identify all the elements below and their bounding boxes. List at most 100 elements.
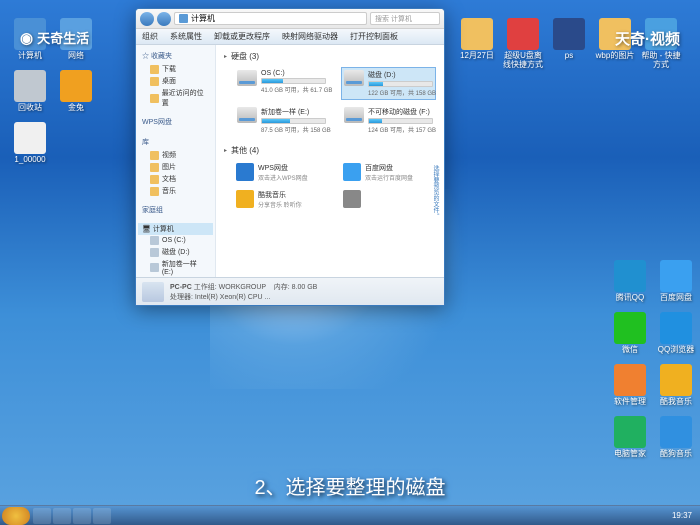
desktop-icon[interactable]: 微信 xyxy=(608,312,652,355)
address-text: 计算机 xyxy=(191,13,215,24)
sidebar-item[interactable]: 最近访问的位置 xyxy=(138,87,213,109)
address-bar[interactable]: 计算机 xyxy=(174,12,367,25)
sidebar-item[interactable]: 桌面 xyxy=(138,75,213,87)
app-icon xyxy=(14,122,46,154)
explorer-titlebar[interactable]: 计算机 搜索 计算机 xyxy=(136,9,444,29)
icon-label: 超级U盘离线快捷方式 xyxy=(501,52,545,70)
icon-label: 12月27日 xyxy=(455,52,499,61)
folder-icon xyxy=(150,65,159,74)
desktop-icon[interactable]: ps xyxy=(547,18,591,61)
other-item[interactable] xyxy=(341,188,436,211)
taskbar-clock[interactable]: 19:37 xyxy=(664,511,700,520)
icon-label: ps xyxy=(547,52,591,61)
icon-label: 微信 xyxy=(608,346,652,355)
desktop-icon[interactable]: 酷狗音乐 xyxy=(654,416,698,459)
desktop-icon[interactable]: 软件管理 xyxy=(608,364,652,407)
content-group-header[interactable]: 其他 (4) xyxy=(224,143,436,158)
drive-name: 新加卷一样 (E:) xyxy=(261,107,326,117)
toolbar-item[interactable]: 系统属性 xyxy=(170,31,202,42)
drive-item[interactable]: OS (C:) 41.0 GB 可用，共 61.7 GB xyxy=(234,67,329,100)
toolbar-item[interactable]: 打开控制面板 xyxy=(350,31,398,42)
desktop: 计算机网络回收站金兔1_00000 12月27日超级U盘离线快捷方式pswbp的… xyxy=(0,0,700,525)
sidebar-drive[interactable]: 新加卷一样 (E:) xyxy=(138,258,213,277)
drive-info: 124 GB 可用，共 157 GB xyxy=(368,125,433,134)
icon-label: 酷我音乐 xyxy=(654,398,698,407)
app-icon xyxy=(236,190,254,208)
drive-info: 87.5 GB 可用，共 158 GB xyxy=(261,125,326,134)
other-item[interactable]: 酷我音乐分享音乐 聆听你 xyxy=(234,188,329,211)
status-cpu-label: 处理器: xyxy=(170,294,193,301)
sidebar-item[interactable]: 下载 xyxy=(138,63,213,75)
desktop-icon[interactable]: 酷我音乐 xyxy=(654,364,698,407)
content-group-header[interactable]: 硬盘 (3) xyxy=(224,49,436,64)
taskbar[interactable]: 19:37 xyxy=(0,505,700,525)
desktop-icon[interactable]: 回收站 xyxy=(8,70,52,113)
desktop-icon[interactable]: 超级U盘离线快捷方式 xyxy=(501,18,545,70)
status-mem-label: 内存: xyxy=(274,284,290,291)
app-icon xyxy=(60,70,92,102)
sidebar-section-header[interactable]: 家庭组 xyxy=(138,203,213,217)
taskbar-app-2[interactable] xyxy=(53,508,71,524)
explorer-toolbar: 组织 系统属性 卸载或更改程序 映射网络驱动器 打开控制面板 xyxy=(136,29,444,45)
drive-usage-bar xyxy=(368,81,433,87)
sidebar-item[interactable]: 视频 xyxy=(138,149,213,161)
hard-drive-icon xyxy=(237,107,257,123)
search-input[interactable]: 搜索 计算机 xyxy=(370,12,440,25)
drive-icon xyxy=(150,236,159,245)
item-name: 酷我音乐 xyxy=(258,190,302,200)
computer-icon xyxy=(179,14,188,23)
other-item[interactable]: 百度网盘双击运行百度网盘 xyxy=(341,161,436,184)
icon-label: 计算机 xyxy=(8,52,52,61)
drive-item[interactable]: 不可移动的磁盘 (F:)124 GB 可用，共 157 GB xyxy=(341,104,436,137)
item-desc: 双击运行百度网盘 xyxy=(365,173,413,182)
toolbar-item[interactable]: 组织 xyxy=(142,31,158,42)
drive-info: 41.0 GB 可用，共 61.7 GB xyxy=(261,85,326,94)
icon-label: 电脑管家 xyxy=(608,450,652,459)
desktop-icon[interactable]: QQ浏览器 xyxy=(654,312,698,355)
sidebar-section-header[interactable]: 库 xyxy=(138,135,213,149)
app-icon xyxy=(660,312,692,344)
drive-icon xyxy=(150,248,159,257)
tutorial-caption: 2、选择要整理的磁盘 xyxy=(254,471,445,500)
drive-info: 122 GB 可用，共 158 GB xyxy=(368,88,433,97)
desktop-icon[interactable]: 腾讯QQ xyxy=(608,260,652,303)
hard-drive-icon xyxy=(344,107,364,123)
desktop-icon[interactable]: 金兔 xyxy=(54,70,98,113)
drive-item[interactable]: 磁盘 (D:)122 GB 可用，共 158 GB xyxy=(341,67,436,100)
hard-drive-icon xyxy=(237,70,257,86)
app-icon xyxy=(343,163,361,181)
sidebar-item[interactable]: 文档 xyxy=(138,173,213,185)
icon-label: 回收站 xyxy=(8,104,52,113)
toolbar-item[interactable]: 卸载或更改程序 xyxy=(214,31,270,42)
desktop-icon[interactable]: 12月27日 xyxy=(455,18,499,61)
status-wg-value: WORKGROUP xyxy=(219,284,266,291)
sidebar-item[interactable]: 音乐 xyxy=(138,185,213,197)
drive-name: OS (C:) xyxy=(261,70,326,77)
start-button[interactable] xyxy=(2,507,30,525)
desktop-icon[interactable]: 1_00000 xyxy=(8,122,52,165)
sidebar-item[interactable]: 图片 xyxy=(138,161,213,173)
sidebar-drive[interactable]: OS (C:) xyxy=(138,235,213,246)
sidebar-section-header[interactable]: WPS网盘 xyxy=(138,115,213,129)
forward-button[interactable] xyxy=(157,12,171,26)
desktop-icon[interactable]: 电脑管家 xyxy=(608,416,652,459)
icon-label: wbp的图片 xyxy=(593,52,637,61)
back-button[interactable] xyxy=(140,12,154,26)
desktop-icon[interactable]: 百度网盘 xyxy=(654,260,698,303)
explorer-window: 计算机 搜索 计算机 组织 系统属性 卸载或更改程序 映射网络驱动器 打开控制面板 ☆ … xyxy=(135,8,445,306)
sidebar-computer[interactable]: 🖥 计算机 xyxy=(138,223,213,235)
drive-item[interactable]: 新加卷一样 (E:) 87.5 GB 可用，共 158 GB xyxy=(234,104,329,137)
icon-label: 腾讯QQ xyxy=(608,294,652,303)
other-item[interactable]: WPS网盘双击进入WPS网盘 xyxy=(234,161,329,184)
icon-label: 帮助 - 快捷方式 xyxy=(639,52,683,70)
drive-usage-bar xyxy=(261,118,326,124)
sidebar-section-header[interactable]: ☆ 收藏夹 xyxy=(138,49,213,63)
toolbar-item[interactable]: 映射网络驱动器 xyxy=(282,31,338,42)
taskbar-app-1[interactable] xyxy=(33,508,51,524)
taskbar-app-4[interactable] xyxy=(93,508,111,524)
app-icon xyxy=(614,364,646,396)
watermark-right: 天奇·视频 xyxy=(615,28,680,49)
taskbar-app-3[interactable] xyxy=(73,508,91,524)
app-icon xyxy=(614,416,646,448)
sidebar-drive[interactable]: 磁盘 (D:) xyxy=(138,246,213,258)
